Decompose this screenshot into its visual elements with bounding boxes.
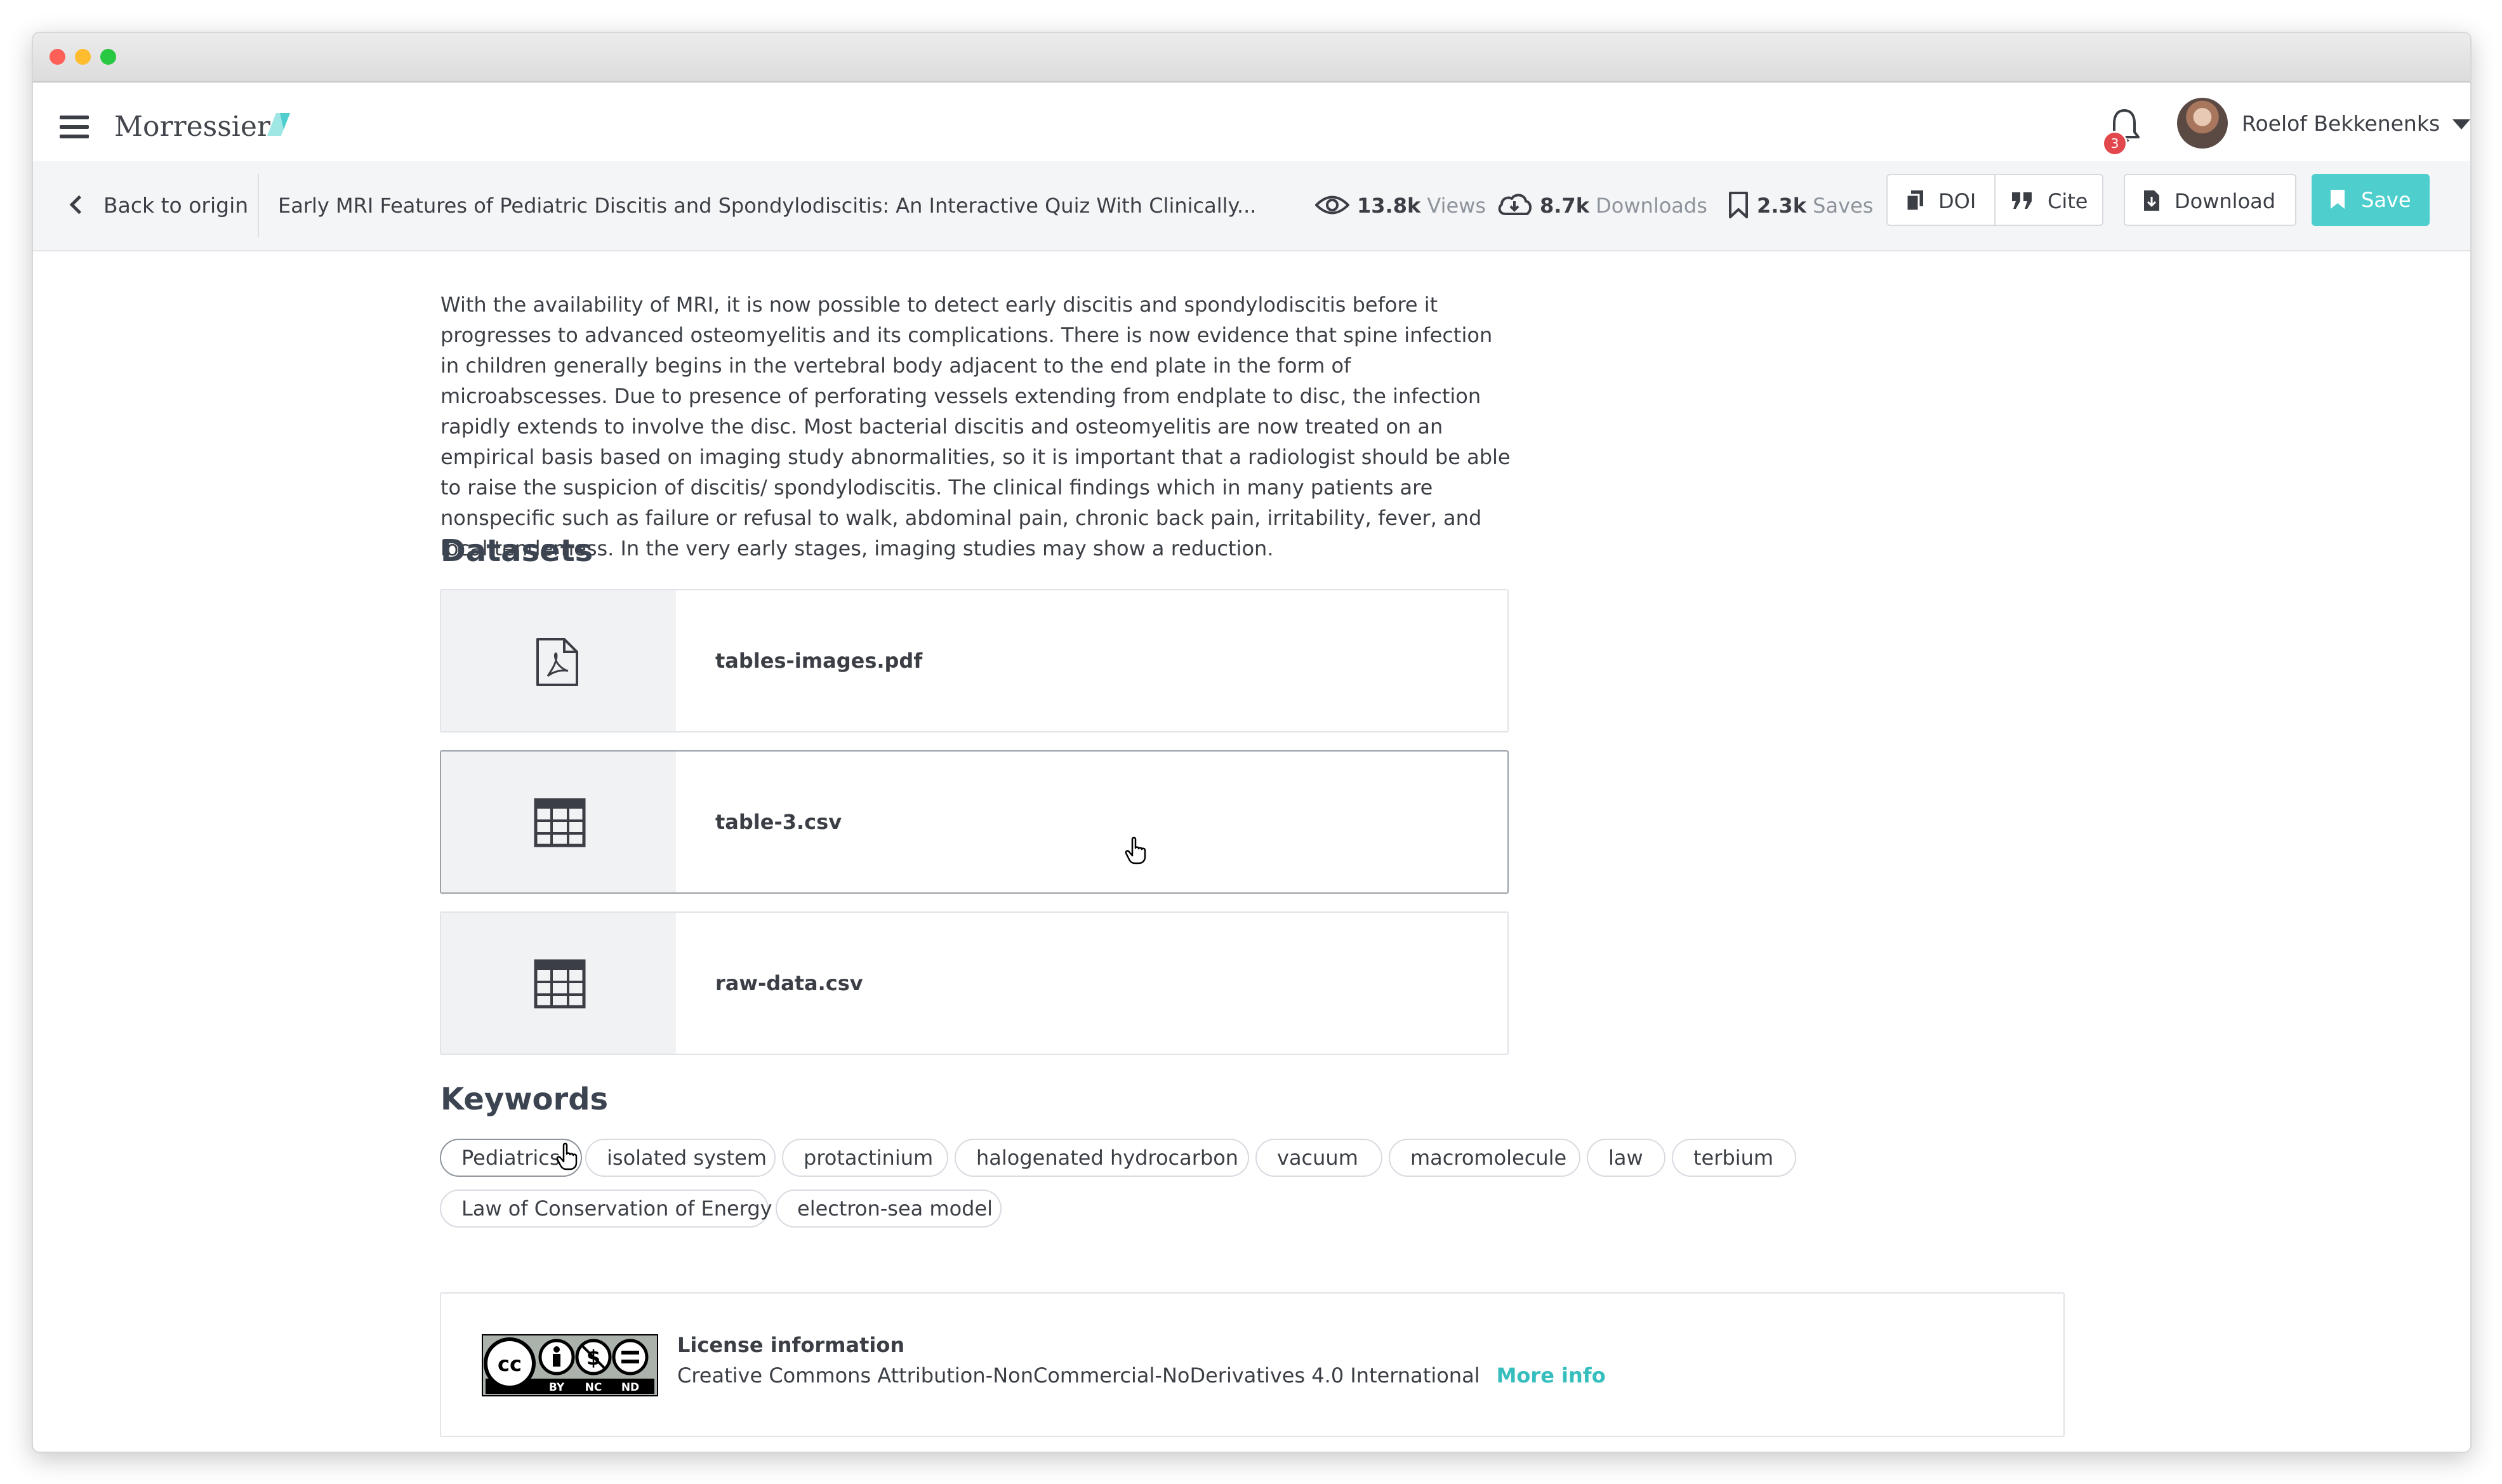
downloads-stat: 8.7k Downloads (1497, 190, 1707, 222)
dataset-icon-box (441, 590, 676, 731)
dataset-name: table-3.csv (715, 810, 842, 834)
downloads-value: 8.7k (1540, 194, 1589, 218)
cc-nc-label: NC (585, 1381, 602, 1394)
dataset-item[interactable]: table-3.csv (440, 750, 1509, 894)
cc-nd-label: ND (621, 1381, 639, 1394)
menu-icon[interactable] (60, 116, 89, 138)
keyword-chip[interactable]: isolated system (585, 1139, 776, 1177)
doi-button[interactable]: DOI (1886, 174, 1996, 226)
doi-label: DOI (1938, 189, 1976, 213)
maximize-window-button[interactable] (100, 49, 116, 65)
main-content: With the availability of MRI, it is now … (33, 251, 2470, 1450)
datasets-heading: Datasets (440, 533, 593, 569)
license-text: Creative Commons Attribution-NonCommerci… (677, 1363, 1480, 1388)
more-info-link[interactable]: More info (1497, 1363, 1606, 1388)
table-icon (534, 798, 586, 847)
save-button[interactable]: Save (2312, 174, 2430, 226)
abstract-text: With the availability of MRI, it is now … (440, 293, 1511, 560)
views-stat: 13.8k Views (1315, 190, 1486, 222)
license-box: cc $ BY NC ND License information Creati… (440, 1292, 2065, 1437)
window-titlebar (33, 33, 2470, 83)
user-name[interactable]: Roelof Bekkenenks (2242, 108, 2440, 140)
license-description: Creative Commons Attribution-NonCommerci… (677, 1363, 1606, 1388)
bookmark-icon (1729, 192, 1748, 218)
license-title: License information (677, 1333, 905, 1357)
bookmark-filled-icon (2331, 190, 2345, 209)
saves-stat: 2.3k Saves (1728, 190, 1873, 222)
keyword-chip[interactable]: halogenated hydrocarbon (955, 1139, 1249, 1177)
table-icon (534, 959, 586, 1009)
download-button[interactable]: Download (2124, 174, 2296, 226)
cite-button[interactable]: Cite (1994, 174, 2103, 226)
keyword-chip[interactable]: protactinium (782, 1139, 948, 1177)
save-label: Save (2361, 188, 2411, 212)
eye-icon (1315, 195, 1349, 215)
keyword-chip[interactable]: vacuum (1255, 1139, 1382, 1177)
close-window-button[interactable] (50, 49, 65, 65)
views-label: Views (1427, 194, 1486, 218)
pdf-file-icon (536, 638, 578, 686)
keyword-chip[interactable]: macromolecule (1389, 1139, 1580, 1177)
chevron-down-icon[interactable] (2452, 119, 2470, 129)
toolbar-divider (258, 174, 259, 237)
paper-title: Early MRI Features of Pediatric Discitis… (278, 194, 1255, 218)
chevron-left-icon (69, 195, 89, 215)
svg-text:cc: cc (498, 1352, 522, 1376)
brand-logo-text[interactable]: Morressier (114, 108, 270, 146)
keyword-chip[interactable]: Law of Conservation of Energy (440, 1189, 772, 1228)
keyword-chip[interactable]: electron-sea model (776, 1189, 1002, 1228)
back-to-origin-link[interactable]: Back to origin (69, 190, 249, 222)
hand-cursor-icon (556, 1143, 578, 1170)
brand-logo-icon (267, 113, 290, 136)
file-download-icon (2144, 190, 2159, 211)
paper-toolbar: Back to origin Early MRI Features of Ped… (33, 161, 2470, 251)
keywords-heading: Keywords (440, 1082, 609, 1117)
browser-window: Morressier 3 Roelof Bekkenenks Back to o… (32, 32, 2472, 1453)
dataset-icon-box (441, 913, 676, 1054)
copy-icon (1905, 190, 1923, 212)
notification-count-badge: 3 (2102, 131, 2128, 156)
cite-label: Cite (2048, 189, 2088, 213)
saves-label: Saves (1813, 194, 1874, 218)
quote-icon (2012, 192, 2032, 209)
saves-value: 2.3k (1757, 194, 1806, 218)
dataset-item[interactable]: raw-data.csv (440, 911, 1509, 1055)
dataset-name: raw-data.csv (715, 971, 863, 995)
cc-license-badge-icon: cc $ BY NC ND (482, 1334, 658, 1396)
cloud-download-icon (1498, 194, 1532, 215)
downloads-label: Downloads (1596, 194, 1707, 218)
avatar[interactable] (2177, 98, 2228, 149)
keyword-chip[interactable]: terbium (1672, 1139, 1796, 1177)
views-value: 13.8k (1357, 194, 1421, 218)
minimize-window-button[interactable] (75, 49, 91, 65)
cc-by-label: BY (549, 1381, 565, 1394)
dataset-item[interactable]: tables-images.pdf (440, 589, 1509, 732)
hand-cursor-icon (1125, 837, 1146, 865)
download-label: Download (2174, 189, 2276, 213)
dataset-name: tables-images.pdf (715, 649, 923, 673)
keyword-chip[interactable]: law (1587, 1139, 1665, 1177)
back-label: Back to origin (103, 193, 249, 218)
dataset-icon-box (441, 752, 676, 892)
